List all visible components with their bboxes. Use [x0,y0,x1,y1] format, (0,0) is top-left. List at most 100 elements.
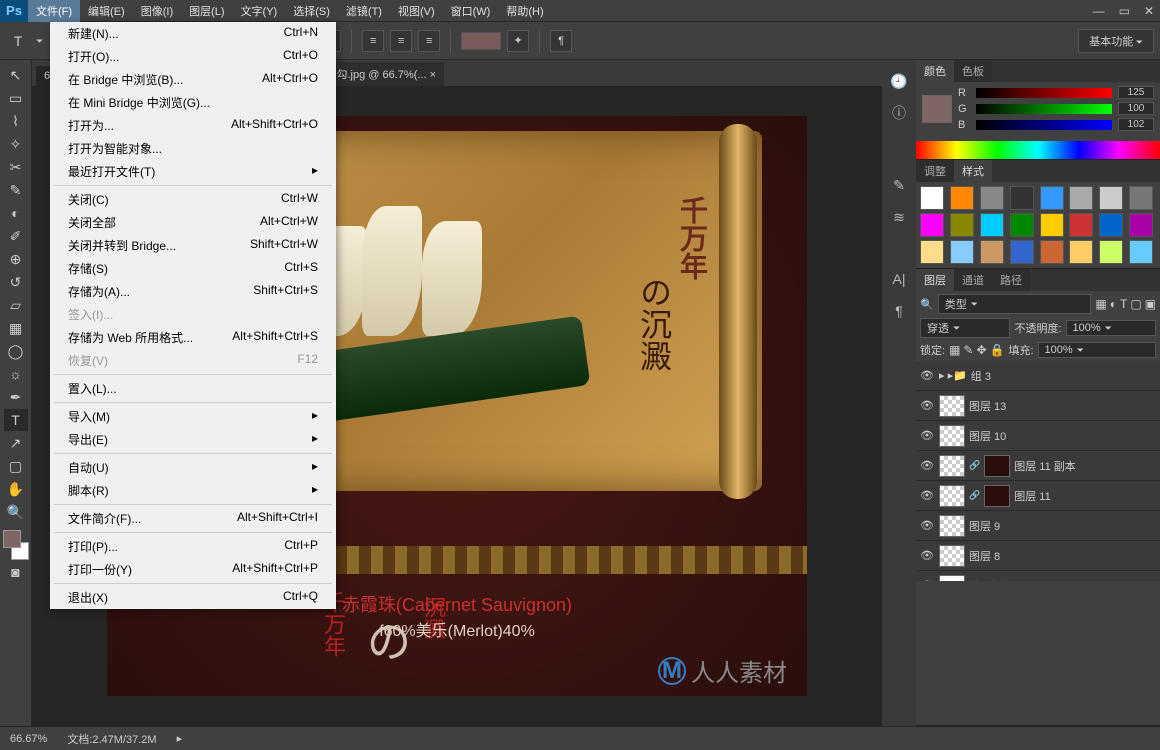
layer-row[interactable]: 👁图层 8 [916,541,1160,571]
style-swatch[interactable] [1069,240,1093,264]
crop-tool-icon[interactable]: ✂ [4,156,28,178]
type-tool-icon[interactable]: T [4,409,28,431]
path-select-icon[interactable]: ↗ [4,432,28,454]
layer-thumbnail[interactable] [939,395,965,417]
brushes-presets-icon[interactable]: ≋ [888,206,910,228]
style-swatch[interactable] [1040,186,1064,210]
menu-item[interactable]: 导出(E) [50,428,336,451]
menu-帮助(H)[interactable]: 帮助(H) [498,0,551,22]
lock-pixels-icon[interactable]: ✎ [963,343,973,357]
r-input[interactable]: 125 [1118,86,1154,99]
filter-adjust-icon[interactable]: ◐ [1110,297,1117,311]
menu-选择(S)[interactable]: 选择(S) [285,0,338,22]
color-swatches[interactable] [3,530,29,560]
warp-text-icon[interactable]: ✦ [507,30,529,52]
hand-tool-icon[interactable]: ✋ [4,478,28,500]
menu-item[interactable]: 存储为 Web 所用格式...Alt+Shift+Ctrl+S [50,326,336,349]
menu-item[interactable]: 关闭(C)Ctrl+W [50,188,336,211]
b-input[interactable]: 102 [1118,118,1154,131]
blur-tool-icon[interactable]: ◯ [4,340,28,362]
pen-tool-icon[interactable]: ✒ [4,386,28,408]
menu-item[interactable]: 打开为智能对象... [50,137,336,160]
opacity-input[interactable]: 100% [1066,320,1156,336]
menu-item[interactable]: 导入(M) [50,405,336,428]
style-swatch[interactable] [1099,213,1123,237]
menu-item[interactable]: 打开为...Alt+Shift+Ctrl+O [50,114,336,137]
fill-input[interactable]: 100% [1038,342,1156,358]
style-swatch[interactable] [980,186,1004,210]
stamp-tool-icon[interactable]: ⊕ [4,248,28,270]
style-swatch[interactable] [1129,213,1153,237]
menu-item[interactable]: 文件简介(F)...Alt+Shift+Ctrl+I [50,507,336,530]
menu-item[interactable]: 脚本(R) [50,479,336,502]
maximize-icon[interactable]: ▭ [1119,4,1130,18]
menu-item[interactable]: 自动(U) [50,456,336,479]
visibility-icon[interactable]: 👁 [919,519,935,532]
para-panel-icon[interactable]: ¶ [888,300,910,322]
menu-item[interactable]: 新建(N)...Ctrl+N [50,22,336,45]
style-swatch[interactable] [980,240,1004,264]
b-slider[interactable] [976,120,1112,130]
adjustments-tab[interactable]: 调整 [916,160,954,182]
menu-编辑(E)[interactable]: 编辑(E) [80,0,133,22]
style-swatch[interactable] [1010,240,1034,264]
menu-窗口(W)[interactable]: 窗口(W) [443,0,499,22]
document-tab[interactable]: 勾.jpg @ 66.7%(... × [329,62,445,86]
menu-item[interactable]: 打开(O)...Ctrl+O [50,45,336,68]
r-slider[interactable] [976,88,1112,98]
align-right-icon[interactable]: ≡ [418,30,440,52]
visibility-icon[interactable]: 👁 [919,399,935,412]
text-color-swatch[interactable] [461,32,501,50]
layer-thumbnail[interactable] [939,455,965,477]
style-swatch[interactable] [920,213,944,237]
style-swatch[interactable] [1040,213,1064,237]
style-swatch[interactable] [950,240,974,264]
magic-wand-tool-icon[interactable]: ✧ [4,133,28,155]
menu-item[interactable]: 在 Bridge 中浏览(B)...Alt+Ctrl+O [50,68,336,91]
menu-item[interactable]: 打印一份(Y)Alt+Shift+Ctrl+P [50,558,336,581]
layer-row[interactable]: 👁图层 9 [916,511,1160,541]
color-tab[interactable]: 颜色 [916,60,954,82]
filter-smart-icon[interactable]: ▣ [1145,297,1156,311]
layer-thumbnail[interactable] [939,575,965,582]
filter-kind-dropdown[interactable]: 类型 [938,294,1092,314]
properties-panel-icon[interactable]: ⓘ [888,102,910,124]
style-swatch[interactable] [1010,186,1034,210]
marquee-tool-icon[interactable]: ▭ [4,87,28,109]
visibility-icon[interactable]: 👁 [919,549,935,562]
style-swatch[interactable] [1010,213,1034,237]
styles-tab[interactable]: 样式 [954,160,992,182]
style-swatch[interactable] [1129,186,1153,210]
layer-thumbnail[interactable] [939,485,965,507]
g-input[interactable]: 100 [1118,102,1154,115]
visibility-icon[interactable]: 👁 [919,579,935,581]
lock-all-icon[interactable]: 🔒 [990,343,1005,357]
menu-item[interactable]: 关闭并转到 Bridge...Shift+Ctrl+W [50,234,336,257]
menu-item[interactable]: 存储为(A)...Shift+Ctrl+S [50,280,336,303]
minimize-icon[interactable]: — [1093,4,1105,18]
style-swatch[interactable] [1099,240,1123,264]
lasso-tool-icon[interactable]: ⌇ [4,110,28,132]
eyedropper-tool-icon[interactable]: ✎ [4,179,28,201]
brush-panel-icon[interactable]: ✎ [888,174,910,196]
style-swatch[interactable] [980,213,1004,237]
align-center-icon[interactable]: ≡ [390,30,412,52]
menu-item[interactable]: 退出(X)Ctrl+Q [50,586,336,609]
document-info[interactable]: 文档:2.47M/37.2M [67,731,156,747]
dodge-tool-icon[interactable]: ☼ [4,363,28,385]
style-swatch[interactable] [1040,240,1064,264]
tool-preset-dropdown[interactable] [36,35,43,47]
lock-transparent-icon[interactable]: ▦ [949,343,960,357]
layer-row[interactable]: 👁图层 10 [916,421,1160,451]
filter-type-icon[interactable]: T [1120,297,1127,311]
g-slider[interactable] [976,104,1112,114]
paragraph-panel-icon[interactable]: ¶ [550,30,572,52]
style-swatch[interactable] [950,186,974,210]
swatches-tab[interactable]: 色板 [954,60,992,82]
channels-tab[interactable]: 通道 [954,269,992,291]
filter-pixel-icon[interactable]: ▦ [1095,297,1106,311]
menu-item[interactable]: 打印(P)...Ctrl+P [50,535,336,558]
eraser-tool-icon[interactable]: ▱ [4,294,28,316]
filter-shape-icon[interactable]: ▢ [1130,297,1141,311]
gradient-tool-icon[interactable]: ▦ [4,317,28,339]
